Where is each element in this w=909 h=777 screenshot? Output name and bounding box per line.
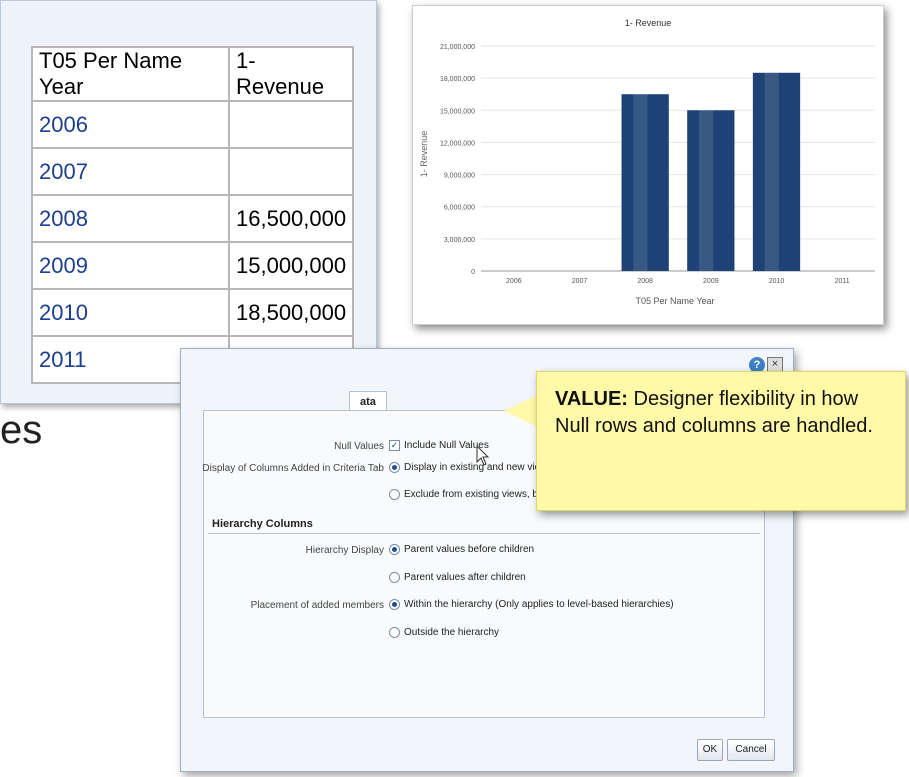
pivot-table: T05 Per Name Year 1- Revenue 2006 2007 2… — [31, 46, 355, 384]
radio-selected-icon[interactable] — [389, 599, 400, 610]
table-row: 2010 18,500,000 — [31, 288, 355, 337]
chart-title: 1- Revenue — [625, 18, 672, 28]
bar-highlight — [764, 72, 779, 272]
x-tick-label: 2009 — [703, 278, 719, 285]
year-cell[interactable]: 2008 — [31, 194, 230, 243]
bar-chart-panel: 0 3,000,000 6,000,000 9,000,000 12,000,000 15… — [412, 5, 884, 325]
radio-unselected-icon[interactable] — [389, 627, 400, 638]
year-cell[interactable]: 2010 — [31, 288, 230, 337]
parent-after-children-text: Parent values after children — [404, 572, 526, 583]
bar-highlight — [633, 94, 648, 271]
callout-heading: VALUE: — [555, 388, 628, 410]
column-header-year: T05 Per Name Year — [31, 46, 230, 102]
value-callout: VALUE: Designer flexibility in how Null … — [536, 371, 906, 511]
hierarchy-columns-heading: Hierarchy Columns — [212, 518, 313, 530]
include-null-values-checkbox[interactable]: ✓ — [389, 440, 400, 451]
callout-tail — [504, 395, 538, 427]
exclude-existing-option[interactable]: Exclude from existing views, but d — [389, 489, 555, 500]
cancel-button[interactable]: Cancel — [727, 739, 775, 761]
radio-selected-icon[interactable] — [389, 462, 400, 473]
null-values-label: Null Values — [334, 441, 384, 452]
hierarchy-display-label: Hierarchy Display — [305, 545, 384, 556]
background-slide-text: es — [0, 408, 43, 452]
y-tick-label: 9,000,000 — [444, 173, 475, 180]
x-tick-label: 2008 — [637, 278, 653, 285]
radio-selected-icon[interactable] — [389, 544, 400, 555]
revenue-cell — [227, 100, 355, 149]
chart-ylabel: 1- Revenue — [419, 131, 429, 178]
x-tick-label: 2007 — [572, 278, 588, 285]
table-row: 2008 16,500,000 — [31, 194, 355, 243]
parent-before-children-text: Parent values before children — [404, 544, 535, 555]
radio-unselected-icon[interactable] — [389, 489, 400, 500]
exclude-existing-text: Exclude from existing views, but d — [404, 489, 555, 500]
within-hierarchy-option[interactable]: Within the hierarchy (Only applies to le… — [389, 599, 674, 610]
revenue-cell: 18,500,000 — [227, 288, 355, 337]
year-cell[interactable]: 2007 — [31, 147, 230, 196]
chart-xlabel: T05 Per Name Year — [635, 296, 714, 306]
ok-button[interactable]: OK — [697, 739, 723, 761]
radio-unselected-icon[interactable] — [389, 572, 400, 583]
table-row: 2009 15,000,000 — [31, 241, 355, 290]
y-tick-label: 15,000,000 — [440, 108, 475, 115]
y-tick-label: 21,000,000 — [440, 44, 475, 51]
include-null-values-option[interactable]: ✓ Include Null Values — [389, 440, 489, 451]
parent-before-children-option[interactable]: Parent values before children — [389, 544, 534, 555]
outside-hierarchy-option[interactable]: Outside the hierarchy — [389, 627, 499, 638]
pivot-table-panel: T05 Per Name Year 1- Revenue 2006 2007 2… — [0, 0, 377, 404]
revenue-cell: 15,000,000 — [227, 241, 355, 290]
y-tick-label: 0 — [471, 269, 475, 276]
mouse-cursor-icon — [476, 445, 490, 466]
x-tick-label: 2010 — [769, 278, 785, 285]
y-tick-label: 18,000,000 — [440, 76, 475, 83]
display-columns-label: Display of Columns Added in Criteria Tab — [202, 463, 384, 474]
y-tick-label: 12,000,000 — [440, 140, 475, 147]
section-divider — [208, 533, 760, 534]
table-header-row: T05 Per Name Year 1- Revenue — [31, 46, 355, 102]
revenue-cell: 16,500,000 — [227, 194, 355, 243]
parent-after-children-option[interactable]: Parent values after children — [389, 572, 526, 583]
x-tick-label: 2011 — [835, 278, 850, 285]
revenue-cell — [227, 147, 355, 196]
tab-data[interactable]: ata — [349, 391, 387, 412]
bar-chart: 0 3,000,000 6,000,000 9,000,000 12,000,000 15… — [419, 18, 875, 306]
y-tick-label: 6,000,000 — [444, 205, 475, 212]
table-row: 2006 — [31, 100, 355, 149]
within-hierarchy-text: Within the hierarchy (Only applies to le… — [404, 599, 674, 610]
display-existing-new-option[interactable]: Display in existing and new views — [389, 462, 552, 473]
column-header-revenue: 1- Revenue — [227, 46, 355, 102]
year-cell[interactable]: 2009 — [31, 241, 230, 290]
table-row: 2007 — [31, 147, 355, 196]
placement-label: Placement of added members — [250, 600, 384, 611]
bar-highlight — [699, 110, 714, 272]
year-cell[interactable]: 2006 — [31, 100, 230, 149]
y-tick-label: 3,000,000 — [444, 237, 475, 244]
x-tick-label: 2006 — [506, 278, 522, 285]
outside-hierarchy-text: Outside the hierarchy — [404, 627, 500, 638]
